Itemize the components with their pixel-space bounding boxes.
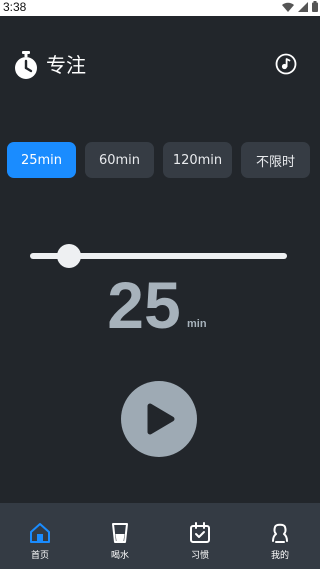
cup-icon (108, 521, 132, 545)
nav-item-habits[interactable]: 习惯 (160, 503, 240, 569)
status-bar: 3:38 (0, 0, 320, 16)
bottom-nav: 首页 喝水 习惯 我的 (0, 503, 320, 569)
play-icon (147, 403, 175, 435)
profile-icon (268, 521, 292, 545)
nav-label-profile: 我的 (270, 551, 289, 561)
play-button[interactable] (121, 381, 197, 457)
nav-label-habits: 习惯 (190, 551, 209, 561)
status-time: 3:38 (3, 0, 27, 14)
nav-item-water[interactable]: 喝水 (80, 503, 160, 569)
minutes-unit: min (187, 318, 207, 330)
nav-label-water: 喝水 (110, 551, 129, 561)
duration-slider-thumb[interactable] (57, 244, 81, 268)
header: 专注 (0, 46, 320, 86)
stopwatch-icon (12, 51, 40, 81)
nav-item-home[interactable]: 首页 (0, 503, 80, 569)
preset-unlimited-button[interactable]: 不限时 (241, 142, 310, 178)
preset-25min-button[interactable]: 25min (7, 142, 76, 178)
wifi-icon (282, 1, 294, 15)
duration-presets: 25min 60min 120min 不限时 (7, 142, 313, 180)
battery-icon (312, 1, 318, 15)
preset-120min-button[interactable]: 120min (163, 142, 232, 178)
calendar-check-icon (188, 521, 212, 545)
preset-60min-button[interactable]: 60min (85, 142, 154, 178)
nav-item-profile[interactable]: 我的 (240, 503, 320, 569)
status-icons (282, 1, 318, 15)
page-title: 专注 (46, 53, 86, 77)
signal-icon (298, 1, 308, 15)
home-icon (28, 521, 52, 545)
music-disc-icon[interactable] (275, 53, 297, 75)
minutes-value: 25 (107, 268, 181, 342)
nav-label-home: 首页 (30, 551, 49, 561)
